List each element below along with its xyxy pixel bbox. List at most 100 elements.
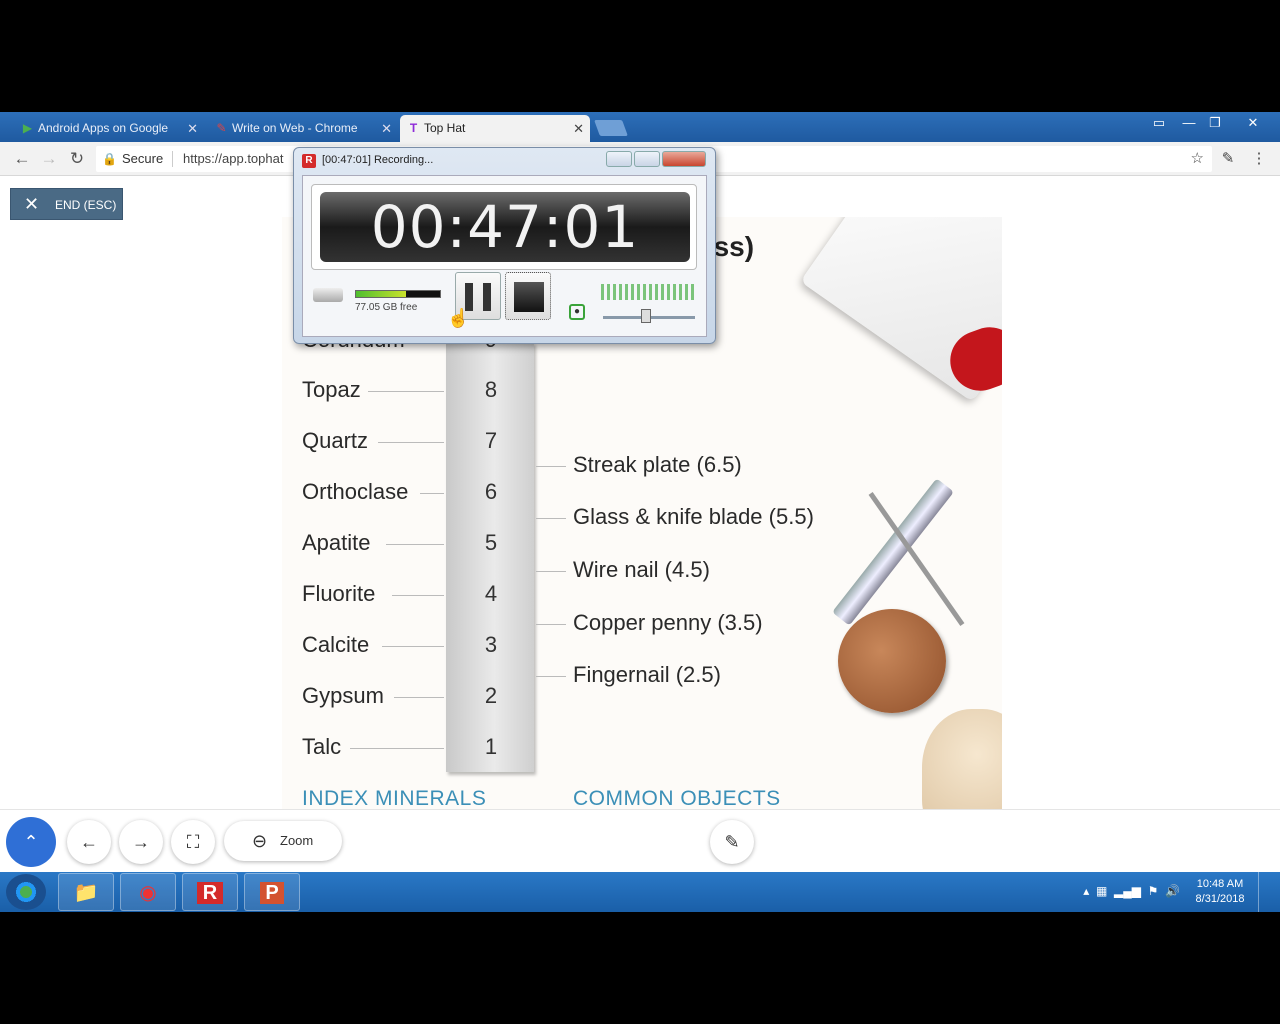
arrow-left-icon: ← xyxy=(80,832,98,852)
show-desktop-button[interactable] xyxy=(1258,872,1280,912)
pause-icon xyxy=(465,283,473,311)
mineral-label: Gypsum xyxy=(302,683,384,708)
divider xyxy=(172,151,173,167)
taskbar-powerpoint[interactable]: P xyxy=(244,873,300,911)
stop-icon xyxy=(514,282,544,312)
leader-line xyxy=(420,493,444,494)
tab-write-on-web[interactable]: ✎ Write on Web - Chrome ✕ xyxy=(208,115,398,142)
disk-free-label: 77.05 GB free xyxy=(355,302,418,313)
tab-label: Write on Web - Chrome xyxy=(232,121,358,135)
end-presentation-button[interactable]: ✕ END (ESC) xyxy=(10,188,123,220)
signal-icon[interactable]: ▂▄▆ xyxy=(1114,884,1141,898)
clock[interactable]: 10:48 AM 8/31/2018 xyxy=(1188,877,1252,907)
tab-android-apps[interactable]: ▶ Android Apps on Google ✕ xyxy=(14,115,204,142)
common-object-label: Streak plate (6.5) xyxy=(573,452,742,477)
recorder-app-icon: R xyxy=(302,154,316,168)
common-object-label: Fingernail (2.5) xyxy=(573,662,721,687)
recorder-maximize-button[interactable] xyxy=(634,151,660,167)
leader-line xyxy=(536,676,566,677)
network-icon[interactable]: ▦ xyxy=(1096,884,1107,898)
hardness-value: 1 xyxy=(484,734,498,759)
mineral-label: Orthoclase xyxy=(302,479,409,504)
hardness-value: 7 xyxy=(484,428,498,453)
hard-drive-icon xyxy=(313,288,343,302)
mineral-label: Apatite xyxy=(302,530,371,555)
leader-line xyxy=(536,571,566,572)
zoom-button[interactable]: ⊖ Zoom xyxy=(224,821,342,861)
menu-icon[interactable]: ⋮ xyxy=(1248,148,1270,170)
restore-icon[interactable]: ❐ xyxy=(1200,114,1230,132)
leader-line xyxy=(378,442,444,443)
star-icon[interactable]: ☆ xyxy=(1191,146,1204,172)
previous-slide-button[interactable]: ← xyxy=(67,820,111,864)
secure-label: Secure xyxy=(122,151,164,166)
volume-icon[interactable]: 🔊 xyxy=(1165,884,1180,898)
start-button[interactable] xyxy=(6,874,46,910)
leader-line xyxy=(536,466,566,467)
write-on-web-extension-icon[interactable]: ✎ xyxy=(1217,148,1239,170)
chrome-icon: ◉ xyxy=(139,882,157,904)
common-object-label: Copper penny (3.5) xyxy=(573,610,763,635)
url-text[interactable]: https://app.tophat xyxy=(183,146,283,172)
tray-chevron-icon[interactable]: ▴ xyxy=(1083,884,1089,898)
tab-strip: ▶ Android Apps on Google ✕ ✎ Write on We… xyxy=(0,112,1280,142)
pen-icon: ✎ xyxy=(216,121,227,135)
clock-date: 8/31/2018 xyxy=(1195,893,1245,905)
taskbar-recorder[interactable]: R xyxy=(182,873,238,911)
hardness-value: 6 xyxy=(484,479,498,504)
lock-icon: 🔒 xyxy=(102,152,117,166)
end-button-label: END (ESC) xyxy=(55,198,117,212)
forward-icon[interactable]: → xyxy=(38,148,60,170)
recorder-minimize-button[interactable] xyxy=(606,151,632,167)
stop-button[interactable] xyxy=(505,272,551,320)
pause-icon xyxy=(483,283,491,311)
common-object-label: Glass & knife blade (5.5) xyxy=(573,504,814,529)
leader-line xyxy=(350,748,444,749)
tab-top-hat[interactable]: T Top Hat ✕ xyxy=(400,115,590,142)
leader-line xyxy=(368,391,444,392)
flag-icon[interactable]: ⚑ xyxy=(1148,884,1159,898)
hardness-value: 3 xyxy=(484,632,498,657)
close-window-icon[interactable]: ✕ xyxy=(1238,114,1268,132)
close-tab-icon[interactable]: ✕ xyxy=(187,115,198,142)
system-tray: ▴ ▦ ▂▄▆ ⚑ 🔊 xyxy=(1083,884,1180,898)
fingernail-image xyxy=(922,709,1002,809)
profile-icon[interactable]: ▭ xyxy=(1144,114,1174,132)
leader-line xyxy=(392,595,444,596)
taskbar-explorer[interactable]: 📁 xyxy=(58,873,114,911)
microphone-icon[interactable]: ● xyxy=(569,304,585,320)
audio-level-meter xyxy=(601,284,697,300)
fullscreen-button[interactable]: ⛶ xyxy=(171,820,215,864)
leader-line xyxy=(386,544,444,545)
fullscreen-icon: ⛶ xyxy=(186,832,200,852)
leader-line xyxy=(536,624,566,625)
annotate-button[interactable]: ✎ xyxy=(710,820,754,864)
close-tab-icon[interactable]: ✕ xyxy=(381,115,392,142)
expand-up-button[interactable]: ⌃ xyxy=(6,817,56,867)
leader-line xyxy=(394,697,444,698)
tab-label: Top Hat xyxy=(424,121,466,135)
disk-space-fill xyxy=(356,291,407,297)
recorder-window: R [00:47:01] Recording... 00:47:01 77.05… xyxy=(293,147,716,344)
presentation-toolbar: ⌃ ← → ⛶ ⊖ Zoom ✎ xyxy=(0,809,1280,872)
recorder-close-button[interactable] xyxy=(662,151,706,167)
mineral-label: Talc xyxy=(302,734,342,759)
mineral-label: Fluorite xyxy=(302,581,376,606)
next-slide-button[interactable]: → xyxy=(119,820,163,864)
taskbar: 📁 ◉ R P ▴ ▦ ▂▄▆ ⚑ 🔊 10:48 AM 8/31/2018 xyxy=(0,872,1280,912)
recorder-title: [00:47:01] Recording... xyxy=(322,154,434,166)
recording-timer: 00:47:01 xyxy=(320,192,690,262)
new-tab-button[interactable] xyxy=(594,120,628,136)
reload-icon[interactable]: ↻ xyxy=(66,148,88,170)
close-icon: ✕ xyxy=(24,194,40,214)
volume-slider-thumb[interactable] xyxy=(641,309,651,323)
common-objects-heading: COMMON OBJECTS xyxy=(573,787,781,809)
index-minerals-heading: INDEX MINERALS xyxy=(302,787,487,809)
powerpoint-icon: P xyxy=(260,882,284,904)
taskbar-chrome[interactable]: ◉ xyxy=(120,873,176,911)
hardness-value: 8 xyxy=(484,377,498,402)
google-play-icon: ▶ xyxy=(22,121,33,135)
close-tab-icon[interactable]: ✕ xyxy=(573,115,584,142)
leader-line xyxy=(536,518,566,519)
back-icon[interactable]: ← xyxy=(11,148,33,170)
